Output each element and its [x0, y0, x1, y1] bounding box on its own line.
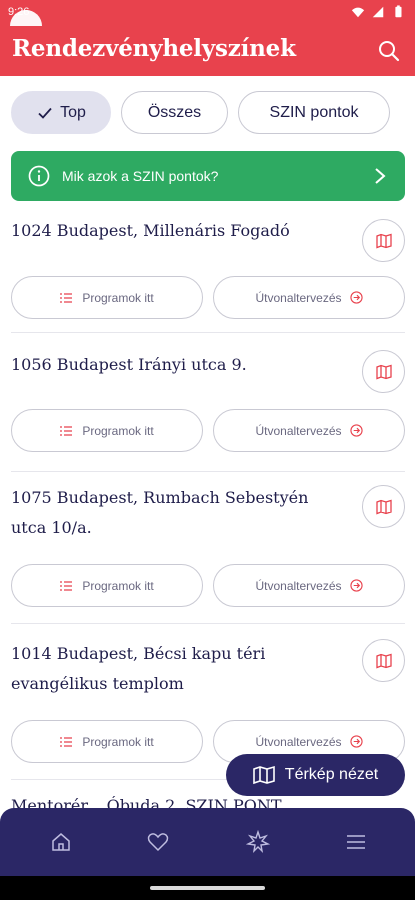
programs-button[interactable]: Programok itt: [11, 276, 203, 319]
route-label: Útvonaltervezés: [255, 578, 342, 593]
venue-address: 1075 Budapest, Rumbach Sebestyén utca 10…: [11, 488, 309, 537]
filter-chips: Top Összes SZIN pontok: [11, 91, 390, 134]
venue-address: 1056 Budapest Irányi utca 9.: [11, 355, 247, 374]
bottom-navigation: [0, 808, 415, 876]
programs-label: Programok itt: [82, 423, 154, 438]
search-icon[interactable]: [377, 39, 401, 63]
route-arrow-icon: [349, 424, 363, 437]
list-icon: [60, 425, 73, 436]
sparkle-icon[interactable]: [246, 830, 270, 854]
banner-text: Mik azok a SZIN pontok?: [62, 168, 219, 184]
map-icon: [252, 765, 275, 785]
map-icon: [375, 653, 392, 668]
filter-chip-top[interactable]: Top: [11, 91, 111, 134]
filter-chip-szin[interactable]: SZIN pontok: [238, 91, 390, 134]
signal-icon: [372, 6, 384, 18]
route-arrow-icon: [349, 735, 363, 748]
venue-map-button[interactable]: [362, 219, 405, 262]
page-title: Rendezvényhelyszínek: [12, 35, 296, 62]
route-arrow-icon: [349, 291, 363, 304]
map-view-button[interactable]: Térkép nézet: [226, 754, 405, 796]
route-button[interactable]: Útvonaltervezés: [213, 564, 405, 607]
list-icon: [60, 580, 73, 591]
route-button[interactable]: Útvonaltervezés: [213, 276, 405, 319]
route-label: Útvonaltervezés: [255, 734, 342, 749]
check-icon: [38, 107, 52, 119]
battery-icon: [395, 5, 402, 18]
map-icon: [375, 233, 392, 248]
programs-label: Programok itt: [82, 290, 154, 305]
system-icons: [351, 5, 405, 19]
heart-icon[interactable]: [146, 830, 170, 854]
venue-map-button[interactable]: [362, 350, 405, 393]
route-arrow-icon: [349, 579, 363, 592]
venue-address: 1024 Budapest, Millenáris Fogadó: [11, 221, 290, 240]
wifi-icon: [351, 7, 365, 18]
filter-chip-label: SZIN pontok: [269, 103, 359, 121]
divider: [11, 471, 405, 472]
home-gesture-pill[interactable]: [150, 886, 265, 890]
programs-label: Programok itt: [82, 578, 154, 593]
filter-chip-label: Top: [60, 103, 86, 121]
app-bar: Rendezvényhelyszínek: [0, 26, 415, 76]
home-icon[interactable]: [49, 830, 73, 854]
venue-map-button[interactable]: [362, 639, 405, 682]
programs-button[interactable]: Programok itt: [11, 564, 203, 607]
divider: [11, 623, 405, 624]
route-button[interactable]: Útvonaltervezés: [213, 409, 405, 452]
status-bar: 9:26: [0, 0, 415, 42]
list-icon: [60, 292, 73, 303]
info-icon: [28, 165, 50, 187]
chevron-right-icon: [375, 168, 386, 184]
szin-info-banner[interactable]: Mik azok a SZIN pontok?: [11, 151, 405, 201]
programs-label: Programok itt: [82, 734, 154, 749]
map-view-label: Térkép nézet: [284, 766, 379, 783]
programs-button[interactable]: Programok itt: [11, 409, 203, 452]
filter-chip-label: Összes: [147, 103, 202, 121]
map-icon: [375, 364, 392, 379]
list-icon: [60, 736, 73, 747]
system-navigation-bar: [0, 876, 415, 900]
divider: [11, 332, 405, 333]
menu-icon[interactable]: [344, 830, 368, 854]
venue-map-button[interactable]: [362, 485, 405, 528]
map-icon: [375, 499, 392, 514]
venue-address: 1014 Budapest, Bécsi kapu téri evangélik…: [11, 644, 266, 693]
filter-chip-all[interactable]: Összes: [121, 91, 228, 134]
route-label: Útvonaltervezés: [255, 423, 342, 438]
programs-button[interactable]: Programok itt: [11, 720, 203, 763]
status-time: 9:26: [8, 6, 30, 18]
route-label: Útvonaltervezés: [255, 290, 342, 305]
